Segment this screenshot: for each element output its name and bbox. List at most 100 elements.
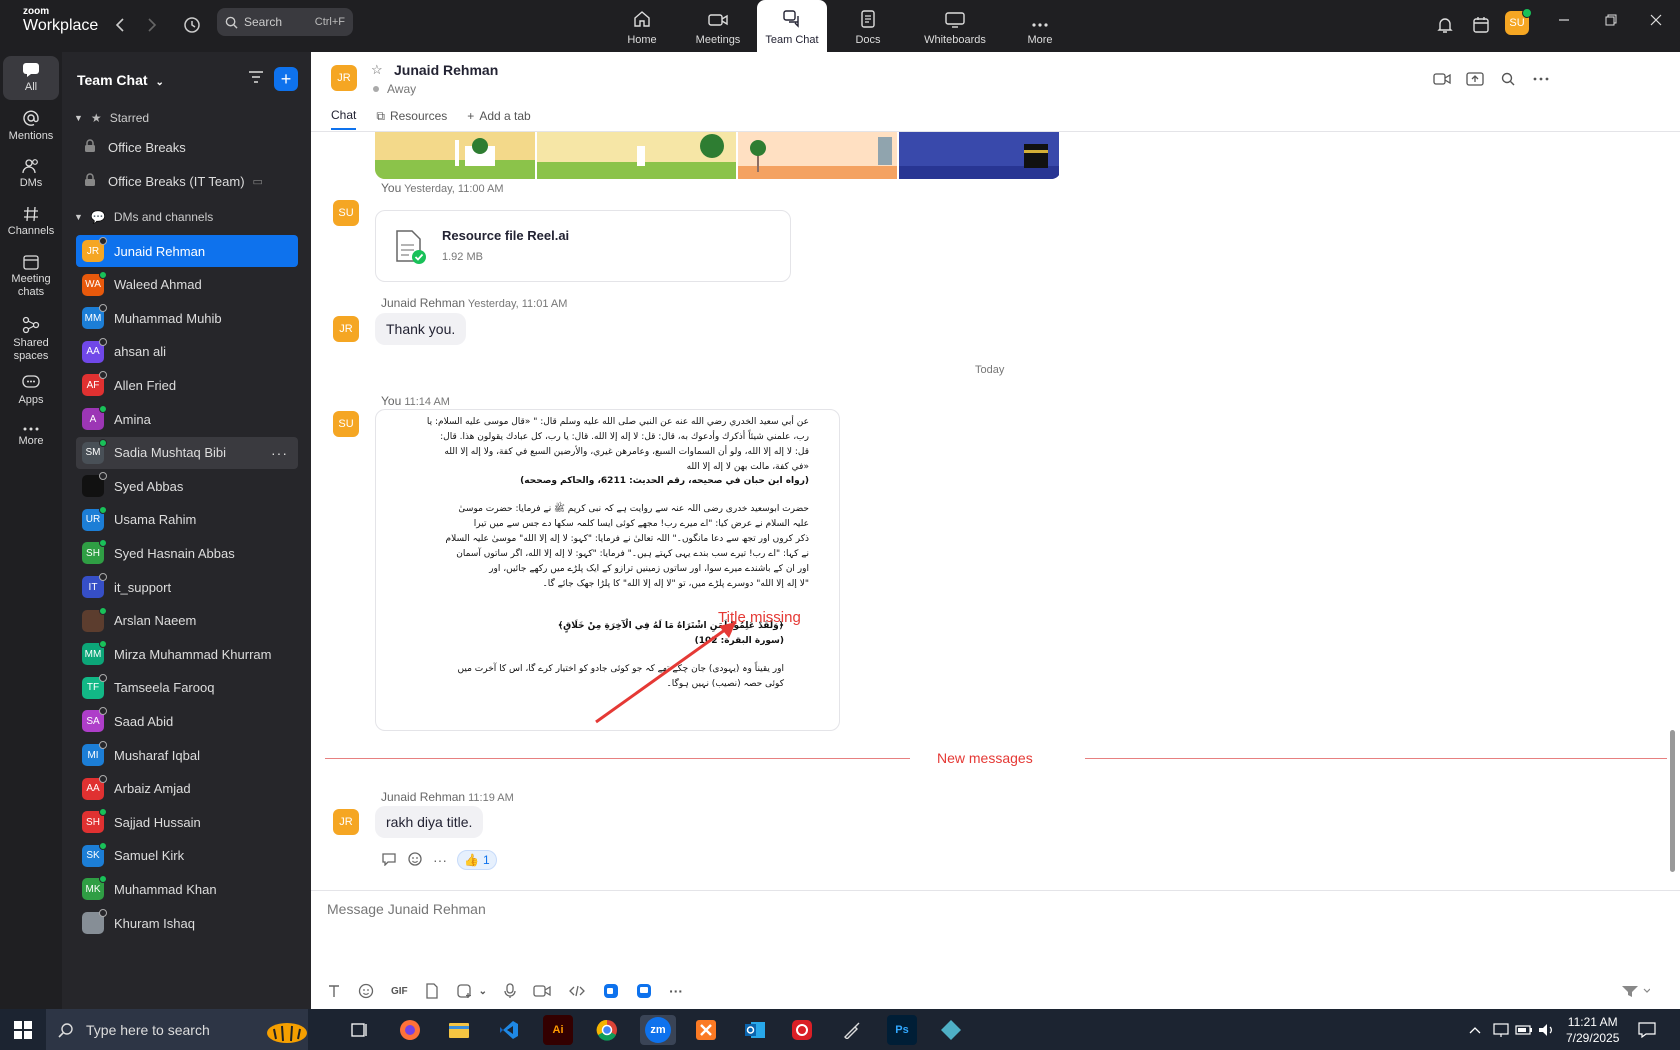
sidebar-dm-item[interactable]: AF Allen Fried [76,369,298,401]
contact-name[interactable]: Junaid Rehman [394,62,498,78]
more-tools-icon[interactable]: ··· [669,983,683,999]
app-zoom-icon[interactable] [603,983,619,999]
sidebar-dm-item[interactable]: UR Usama Rahim [76,504,298,536]
sidebar-dm-item[interactable]: SH Sajjad Hussain [76,806,298,838]
minimize-icon[interactable] [1558,14,1570,29]
illustrator-icon[interactable]: Ai [543,1015,573,1045]
file-attachment[interactable]: Resource file Reel.ai 1.92 MB [375,210,791,282]
add-emoji-icon[interactable] [407,851,423,870]
rail-all[interactable]: All [3,56,59,100]
share-screen-icon[interactable] [1466,72,1484,89]
attach-file-icon[interactable] [425,983,439,999]
code-snippet-icon[interactable] [568,984,586,998]
network-icon[interactable] [1490,1015,1512,1045]
rail-apps[interactable]: Apps [3,375,59,407]
search-icon[interactable] [1501,72,1515,89]
image-attachment-strip[interactable] [375,132,1061,179]
starred-section-header[interactable]: ▼ ★ Starred [74,111,149,125]
thumbs-up-reaction[interactable]: 👍 1 [457,850,497,870]
rail-meeting-chats[interactable]: Meeting chats [3,254,59,299]
screenshot-icon[interactable] [456,983,472,999]
notifications-bell-icon[interactable] [1433,13,1457,37]
sidebar-dm-item[interactable]: MM Mirza Muhammad Khurram [76,638,298,670]
xampp-icon[interactable] [691,1015,721,1045]
battery-icon[interactable] [1513,1015,1535,1045]
tab-meetings[interactable]: Meetings [690,0,746,52]
sender-avatar[interactable]: JR [333,316,359,342]
tab-more[interactable]: More [1025,0,1055,52]
gif-icon[interactable]: GIF [391,986,408,997]
video-message-icon[interactable] [533,984,551,998]
sender-avatar[interactable]: SU [333,411,359,437]
sidebar-dm-item[interactable]: IT it_support [76,571,298,603]
sidebar-dm-item[interactable]: AA Arbaiz Amjad [76,773,298,805]
rail-dms[interactable]: DMs [3,158,59,190]
close-icon[interactable] [1650,14,1662,29]
microphone-icon[interactable] [504,983,516,999]
restore-icon[interactable] [1605,14,1617,29]
filter-icon[interactable] [248,70,264,87]
chevron-down-icon[interactable]: ⌄ [479,986,487,997]
notification-center-icon[interactable] [1632,1015,1662,1045]
message-bubble[interactable]: Thank you. [375,313,467,345]
tab-resources[interactable]: ⧉ Resources [376,108,447,130]
sender-avatar[interactable]: SU [333,200,359,226]
composer-placeholder[interactable]: Message Junaid Rehman [327,901,486,917]
tableplus-icon[interactable] [936,1015,966,1045]
sidebar-dm-item[interactable]: TF Tamseela Farooq [76,672,298,704]
sidebar-dm-item[interactable]: AA ahsan ali [76,336,298,368]
sidebar-dm-item[interactable]: Khuram Ishaq [76,907,298,939]
video-call-icon[interactable] [1433,72,1451,89]
sidebar-dm-item[interactable]: MM Muhammad Muhib [76,302,298,334]
sidebar-dm-item[interactable]: SM Sadia Mushtaq Bibi ··· [76,436,298,469]
user-avatar[interactable]: SU [1505,8,1532,35]
sidebar-dm-item[interactable]: Syed Abbas [76,470,298,502]
photoshop-icon[interactable]: Ps [887,1015,917,1045]
more-actions-icon[interactable]: ··· [433,852,447,868]
rail-shared-spaces[interactable]: Shared spaces [3,316,59,363]
tab-add[interactable]: + Add a tab [467,108,530,130]
image-thumbnail[interactable] [737,132,898,179]
tab-whiteboards[interactable]: Whiteboards [918,0,992,52]
app-chat-icon[interactable] [636,983,652,999]
sidebar-dm-item[interactable]: SA Saad Abid [76,705,298,737]
more-options-icon[interactable]: ··· [271,445,288,461]
tab-team-chat[interactable]: Team Chat [757,0,827,52]
tab-chat[interactable]: Chat [331,108,357,130]
image-thumbnail[interactable] [375,132,535,179]
tab-docs[interactable]: Docs [850,0,886,52]
new-chat-button[interactable]: + [274,67,298,91]
file-explorer-icon[interactable] [444,1015,474,1045]
tab-home[interactable]: Home [620,0,664,52]
windows-start-icon[interactable] [8,1015,38,1045]
message-bubble[interactable]: rakh diya title. [375,806,484,838]
messages-scrollbar[interactable] [1670,730,1675,872]
channel-office-breaks[interactable]: Office Breaks [74,131,297,163]
system-clock[interactable]: 11:21 AM 7/29/2025 [1566,1014,1619,1046]
forward-arrow-icon[interactable] [140,13,164,37]
sidebar-dm-item[interactable]: Arslan Naeem [76,605,298,637]
channel-office-breaks-it[interactable]: Office Breaks (IT Team) ▭ [74,165,297,197]
outlook-icon[interactable] [740,1015,770,1045]
emoji-icon[interactable] [358,983,374,999]
pen-tool-icon[interactable] [837,1015,867,1045]
search-bar[interactable]: Search Ctrl+F [217,8,353,36]
zoom-taskbar-icon[interactable]: zm [640,1015,676,1045]
sidebar-dm-item[interactable]: MK Muhammad Khan [76,873,298,905]
rail-mentions[interactable]: Mentions [3,109,59,143]
creative-cloud-icon[interactable] [787,1015,817,1045]
volume-icon[interactable] [1536,1015,1558,1045]
chrome-icon[interactable] [592,1015,622,1045]
text-format-icon[interactable] [327,984,341,998]
message-composer[interactable]: Message Junaid Rehman GIF ⌄ ··· [311,890,1680,1009]
contact-avatar[interactable]: JR [331,65,357,91]
sidebar-dm-item[interactable]: WA Waleed Ahmad [76,269,298,301]
history-icon[interactable] [180,13,204,37]
chevron-up-icon[interactable] [1465,1015,1485,1045]
star-outline-icon[interactable]: ☆ [371,62,383,78]
sidebar-dm-item[interactable]: SK Samuel Kirk [76,840,298,872]
reply-icon[interactable] [381,852,397,869]
image-thumbnail[interactable] [536,132,736,179]
rail-channels[interactable]: Channels [3,206,59,238]
sidebar-dm-item[interactable]: SH Syed Hasnain Abbas [76,537,298,569]
